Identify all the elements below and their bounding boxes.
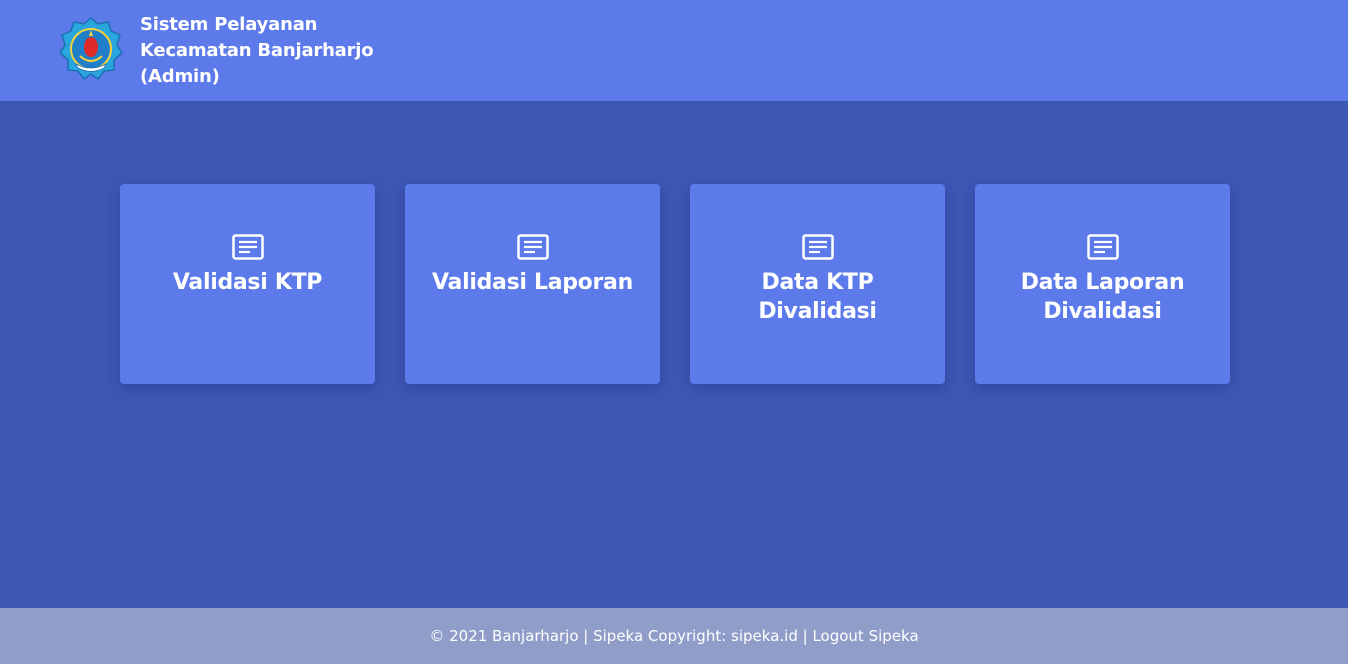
- app-title-line-3: (Admin): [140, 66, 220, 87]
- footer-copyright: © 2021 Banjarharjo | Sipeka Copyright:: [429, 627, 732, 645]
- validasi-laporan-label: Validasi Laporan: [432, 270, 633, 295]
- document-lines-icon: [1086, 234, 1119, 260]
- data-ktp-divalidasi-label: Data KTP Divalidasi: [758, 270, 877, 324]
- data-laporan-divalidasi-label: Data Laporan Divalidasi: [1020, 270, 1185, 324]
- document-lines-icon: [231, 234, 264, 260]
- menu-cards: Validasi KTP Validasi Laporan Data KTP D…: [120, 184, 1230, 384]
- app-title: Sistem Pelayanan Kecamatan Banjarharjo (…: [140, 12, 400, 90]
- data-laporan-divalidasi-card[interactable]: Data Laporan Divalidasi: [975, 184, 1230, 384]
- main-content: Validasi KTP Validasi Laporan Data KTP D…: [0, 101, 1348, 608]
- footer-site-link[interactable]: sipeka.id: [731, 627, 798, 645]
- footer-separator: |: [797, 627, 813, 645]
- footer-logout-link[interactable]: Logout Sipeka: [812, 627, 918, 645]
- page-footer: © 2021 Banjarharjo | Sipeka Copyright: s…: [0, 608, 1348, 664]
- kecamatan-emblem-icon: [59, 17, 123, 81]
- validasi-laporan-card[interactable]: Validasi Laporan: [405, 184, 660, 384]
- app-title-line-2: Kecamatan Banjarharjo: [140, 40, 374, 61]
- validasi-ktp-label: Validasi KTP: [172, 270, 323, 295]
- data-ktp-divalidasi-card[interactable]: Data KTP Divalidasi: [690, 184, 945, 384]
- validasi-ktp-card[interactable]: Validasi KTP: [120, 184, 375, 384]
- app-header: Sistem Pelayanan Kecamatan Banjarharjo (…: [0, 0, 1348, 101]
- app-title-line-1: Sistem Pelayanan: [140, 14, 318, 35]
- document-lines-icon: [801, 234, 834, 260]
- document-lines-icon: [516, 234, 549, 260]
